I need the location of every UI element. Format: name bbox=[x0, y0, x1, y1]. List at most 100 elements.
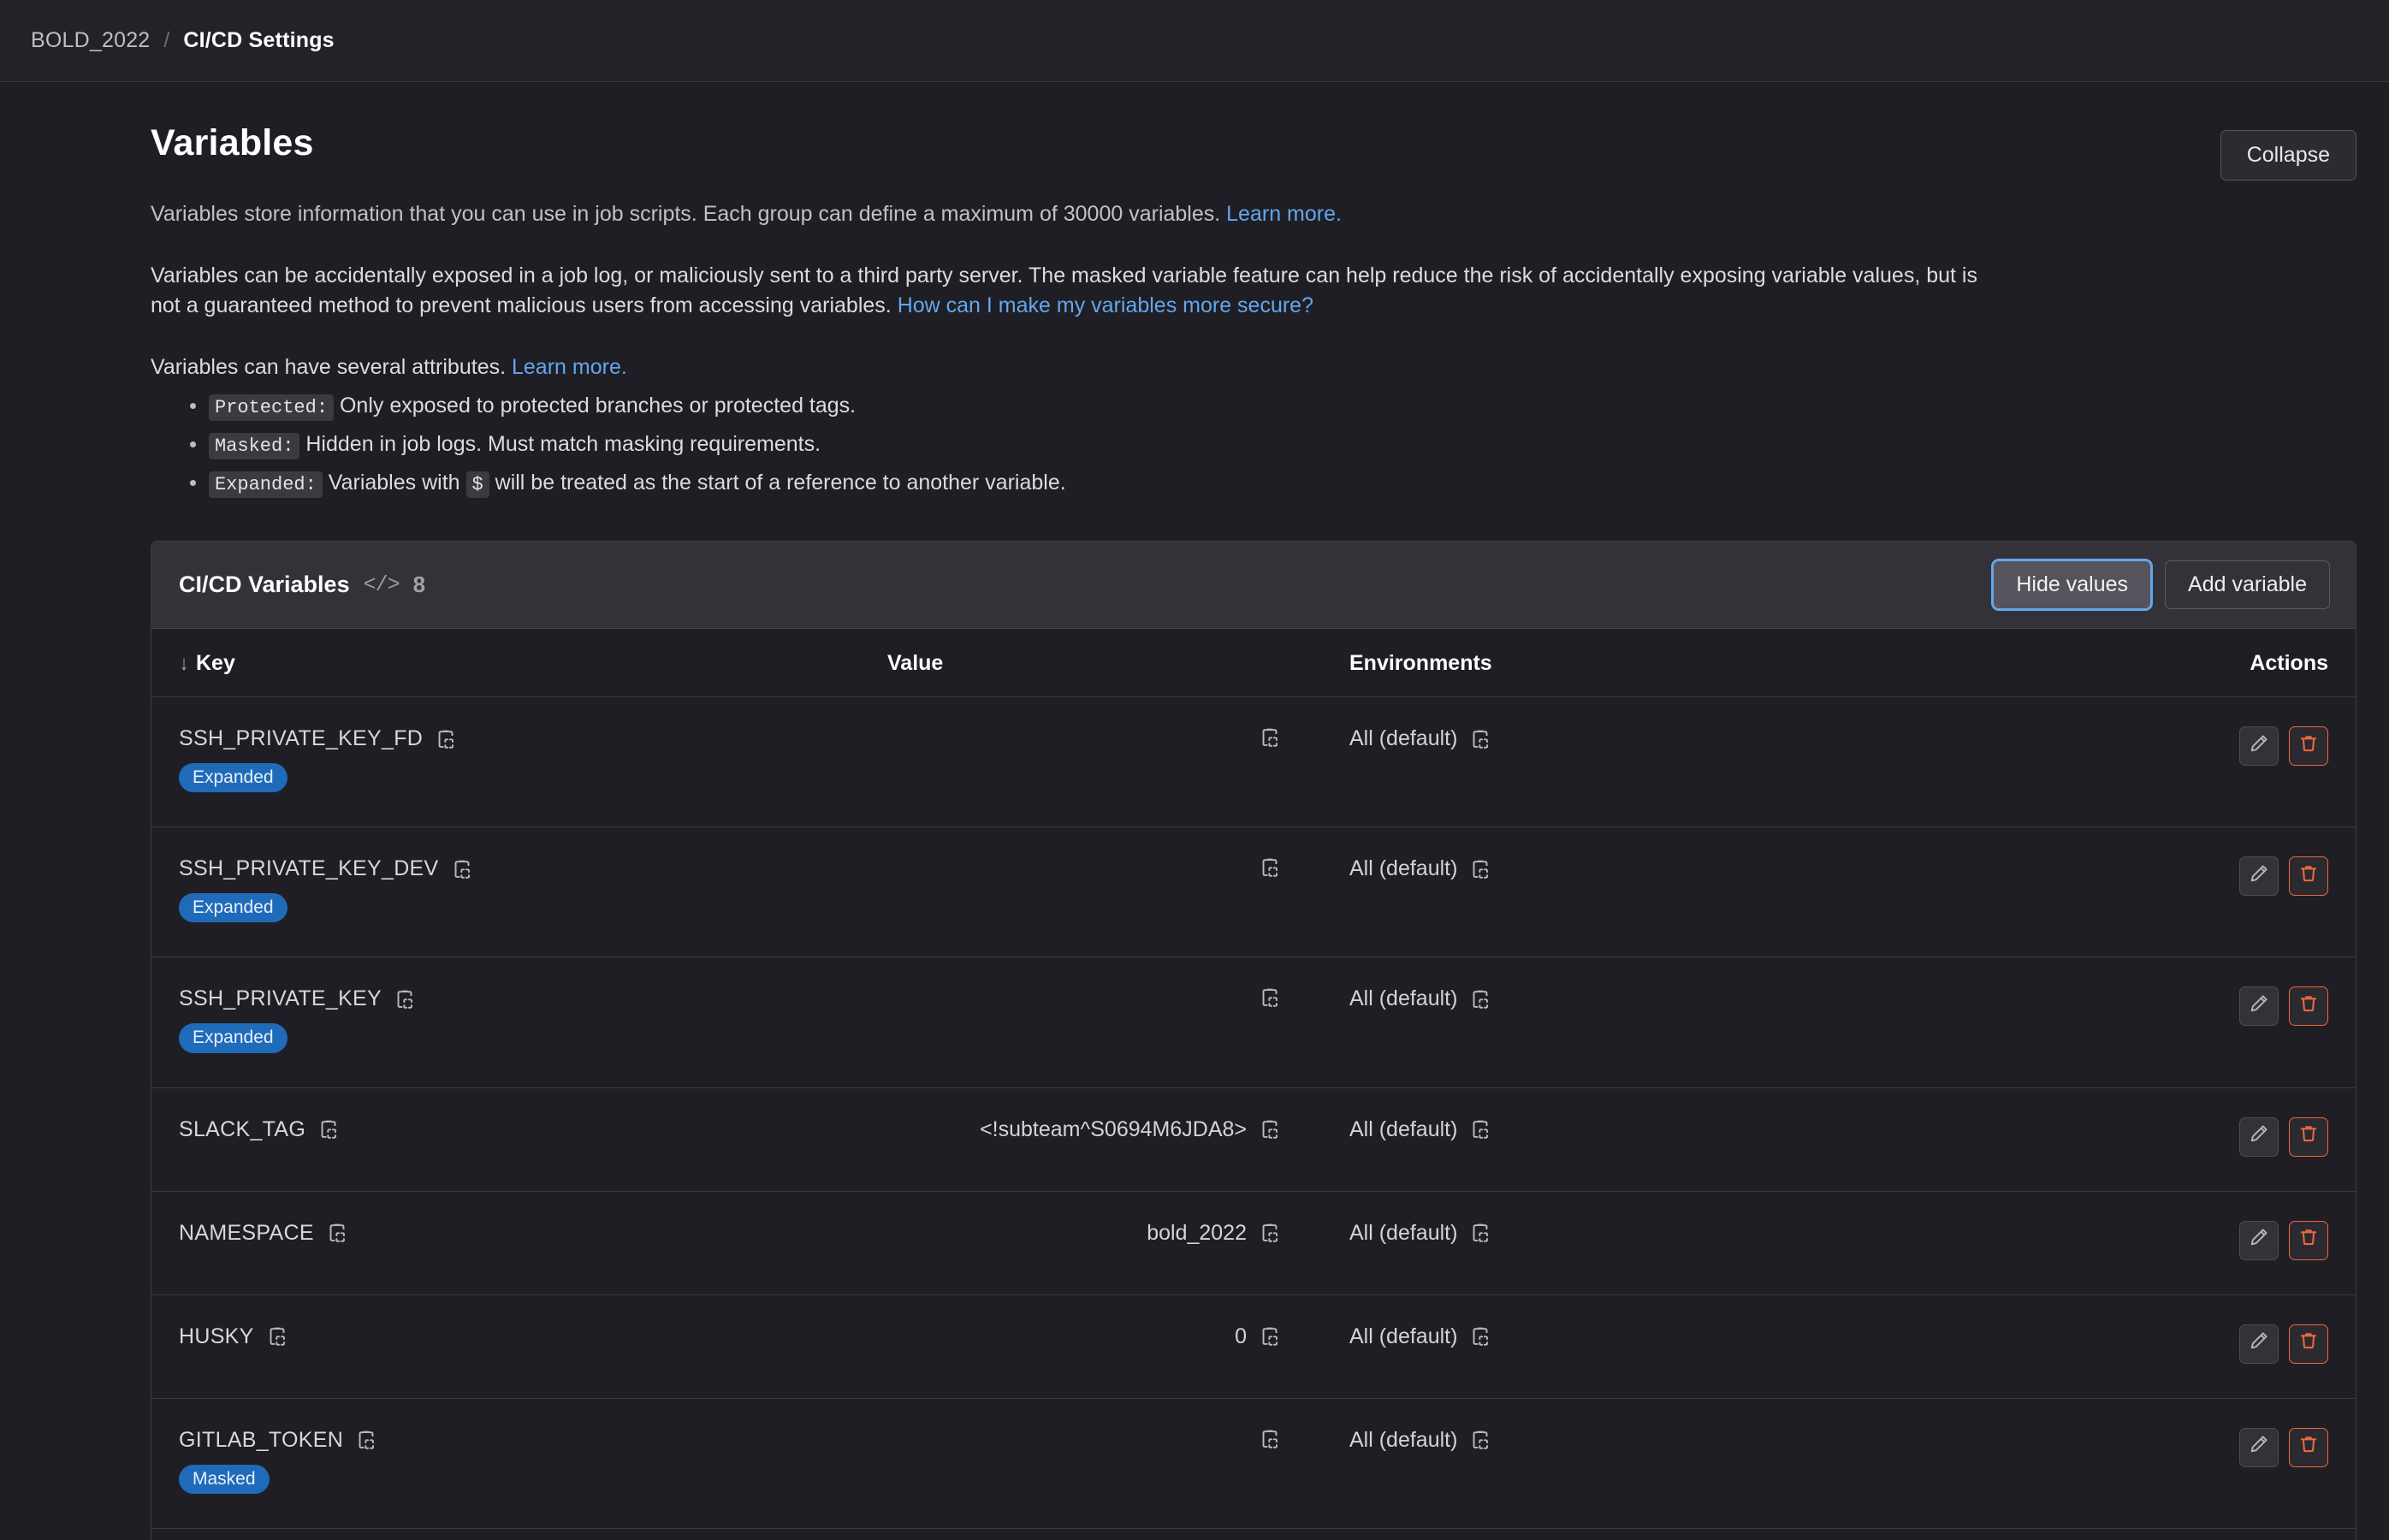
variable-environment: All (default) bbox=[1349, 1324, 1458, 1348]
variable-key: SLACK_TAG bbox=[179, 1116, 306, 1141]
copy-to-clipboard-icon[interactable] bbox=[1469, 988, 1491, 1010]
edit-variable-button[interactable] bbox=[2239, 1220, 2279, 1260]
column-header-key[interactable]: ↓ Key bbox=[151, 629, 887, 698]
description-p1-text: Variables store information that you can… bbox=[151, 202, 1227, 226]
copy-to-clipboard-icon[interactable] bbox=[1259, 1118, 1281, 1140]
attribute-code-expanded: Expanded: bbox=[209, 471, 323, 499]
copy-to-clipboard-icon[interactable] bbox=[1259, 856, 1281, 879]
delete-variable-button[interactable] bbox=[2289, 1427, 2328, 1467]
add-variable-button[interactable]: Add variable bbox=[2165, 560, 2330, 610]
actions-cell bbox=[1863, 827, 2356, 957]
key-cell: SLACK_TAG bbox=[151, 1087, 887, 1191]
variable-attribute-badge: Expanded bbox=[179, 893, 288, 923]
edit-variable-button[interactable] bbox=[2239, 1427, 2279, 1467]
variable-key: HUSKY bbox=[179, 1324, 254, 1348]
learn-more-link-1[interactable]: Learn more. bbox=[1226, 202, 1342, 226]
column-header-key-label: Key bbox=[196, 651, 235, 676]
attribute-code-masked: Masked: bbox=[209, 433, 300, 460]
delete-variable-button[interactable] bbox=[2289, 1220, 2328, 1260]
variable-value: 0 bbox=[1235, 1324, 1247, 1348]
variable-environment: All (default) bbox=[1349, 856, 1458, 881]
table-row: SSH_PRIVATE_KEY_FD Expanded All (default… bbox=[151, 697, 2356, 827]
cicd-variables-card: CI/CD Variables </> 8 Hide values Add va… bbox=[151, 541, 2356, 1540]
collapse-button[interactable]: Collapse bbox=[2220, 130, 2356, 181]
description-paragraph-2: Variables can be accidentally exposed in… bbox=[151, 261, 2007, 322]
delete-variable-button[interactable] bbox=[2289, 1324, 2328, 1364]
variable-key: GITLAB_TOKEN bbox=[179, 1427, 344, 1452]
attribute-item-masked: Masked: Hidden in job logs. Must match m… bbox=[187, 428, 2218, 461]
edit-variable-button[interactable] bbox=[2239, 856, 2279, 897]
delete-variable-button[interactable] bbox=[2289, 986, 2328, 1027]
table-row: SSH_PRIVATE_KEY Expanded All (default) bbox=[151, 957, 2356, 1088]
environment-cell: All (default) bbox=[1349, 1087, 1863, 1191]
copy-to-clipboard-icon[interactable] bbox=[394, 988, 416, 1010]
environment-cell: All (default) bbox=[1349, 697, 1863, 827]
value-cell: <!subteam^S0694M6JDA8> bbox=[887, 1087, 1349, 1191]
attribute-text-masked: Hidden in job logs. Must match masking r… bbox=[299, 432, 821, 457]
copy-to-clipboard-icon[interactable] bbox=[1469, 1118, 1491, 1140]
copy-to-clipboard-icon[interactable] bbox=[1469, 1325, 1491, 1348]
delete-variable-button[interactable] bbox=[2289, 726, 2328, 767]
edit-variable-button[interactable] bbox=[2239, 986, 2279, 1027]
copy-to-clipboard-icon[interactable] bbox=[1469, 858, 1491, 880]
card-header: CI/CD Variables </> 8 Hide values Add va… bbox=[151, 542, 2356, 630]
hide-values-button[interactable]: Hide values bbox=[1993, 560, 2152, 610]
copy-to-clipboard-icon[interactable] bbox=[266, 1325, 288, 1348]
copy-to-clipboard-icon[interactable] bbox=[1469, 728, 1491, 750]
learn-more-link-2[interactable]: Learn more. bbox=[512, 355, 627, 379]
breadcrumb-current-page: CI/CD Settings bbox=[183, 28, 335, 52]
delete-variable-button[interactable] bbox=[2289, 1116, 2328, 1157]
environment-cell: All (default) bbox=[1349, 1294, 1863, 1398]
column-header-value: Value bbox=[887, 629, 1349, 698]
edit-icon bbox=[2249, 1434, 2269, 1460]
copy-to-clipboard-icon[interactable] bbox=[1259, 726, 1281, 749]
copy-to-clipboard-icon[interactable] bbox=[435, 728, 457, 750]
edit-icon bbox=[2249, 1330, 2269, 1357]
copy-to-clipboard-icon[interactable] bbox=[317, 1118, 340, 1140]
table-body: SSH_PRIVATE_KEY_FD Expanded All (default… bbox=[151, 697, 2356, 1540]
environment-cell: All (default) bbox=[1349, 1398, 1863, 1528]
copy-to-clipboard-icon[interactable] bbox=[1259, 1325, 1281, 1348]
actions-cell bbox=[1863, 957, 2356, 1087]
copy-to-clipboard-icon[interactable] bbox=[1469, 1429, 1491, 1451]
column-header-environments: Environments bbox=[1349, 629, 1863, 698]
key-cell: SSH_PRIVATE_KEY_FD Expanded bbox=[151, 697, 887, 827]
delete-variable-button[interactable] bbox=[2289, 856, 2328, 897]
edit-variable-button[interactable] bbox=[2239, 1116, 2279, 1157]
code-icon: </> bbox=[363, 572, 400, 598]
edit-variable-button[interactable] bbox=[2239, 726, 2279, 767]
attribute-code-protected: Protected: bbox=[209, 394, 335, 421]
attribute-item-expanded: Expanded: Variables with $ will be treat… bbox=[187, 466, 2218, 500]
delete-icon bbox=[2298, 733, 2319, 760]
actions-cell bbox=[1863, 1398, 2356, 1528]
actions-cell bbox=[1863, 697, 2356, 827]
copy-to-clipboard-icon[interactable] bbox=[1259, 1222, 1281, 1244]
delete-icon bbox=[2298, 1434, 2319, 1460]
environment-cell: All (default) bbox=[1349, 1191, 1863, 1294]
key-cell: DIRECTORY Expanded bbox=[151, 1528, 887, 1540]
value-cell bbox=[887, 1398, 1349, 1528]
copy-to-clipboard-icon[interactable] bbox=[1259, 986, 1281, 1009]
attribute-text-expanded-after: will be treated as the start of a refere… bbox=[489, 471, 1066, 495]
copy-to-clipboard-icon[interactable] bbox=[451, 858, 473, 880]
description-section: Variables store information that you can… bbox=[0, 199, 2389, 500]
attribute-text-protected: Only exposed to protected branches or pr… bbox=[334, 394, 857, 418]
variables-security-link[interactable]: How can I make my variables more secure? bbox=[898, 293, 1313, 317]
copy-to-clipboard-icon[interactable] bbox=[1469, 1222, 1491, 1244]
copy-to-clipboard-icon[interactable] bbox=[1259, 1428, 1281, 1450]
edit-variable-button[interactable] bbox=[2239, 1324, 2279, 1364]
attribute-item-protected: Protected: Only exposed to protected bra… bbox=[187, 389, 2218, 423]
value-cell: fake-project bbox=[887, 1528, 1349, 1540]
value-cell bbox=[887, 957, 1349, 1087]
column-header-actions: Actions bbox=[1863, 629, 2356, 698]
breadcrumb-group-link[interactable]: BOLD_2022 bbox=[31, 28, 150, 53]
card-header-buttons: Hide values Add variable bbox=[1993, 560, 2330, 610]
table-header-row: ↓ Key Value Environments Actions bbox=[151, 629, 2356, 698]
copy-to-clipboard-icon[interactable] bbox=[326, 1222, 348, 1244]
description-p3-text: Variables can have several attributes. bbox=[151, 354, 512, 379]
variable-attribute-badge: Expanded bbox=[179, 1023, 288, 1053]
environment-cell: All (default) bbox=[1349, 1528, 1863, 1540]
variable-key: SSH_PRIVATE_KEY_FD bbox=[179, 726, 424, 751]
copy-to-clipboard-icon[interactable] bbox=[355, 1429, 377, 1451]
environment-cell: All (default) bbox=[1349, 827, 1863, 957]
